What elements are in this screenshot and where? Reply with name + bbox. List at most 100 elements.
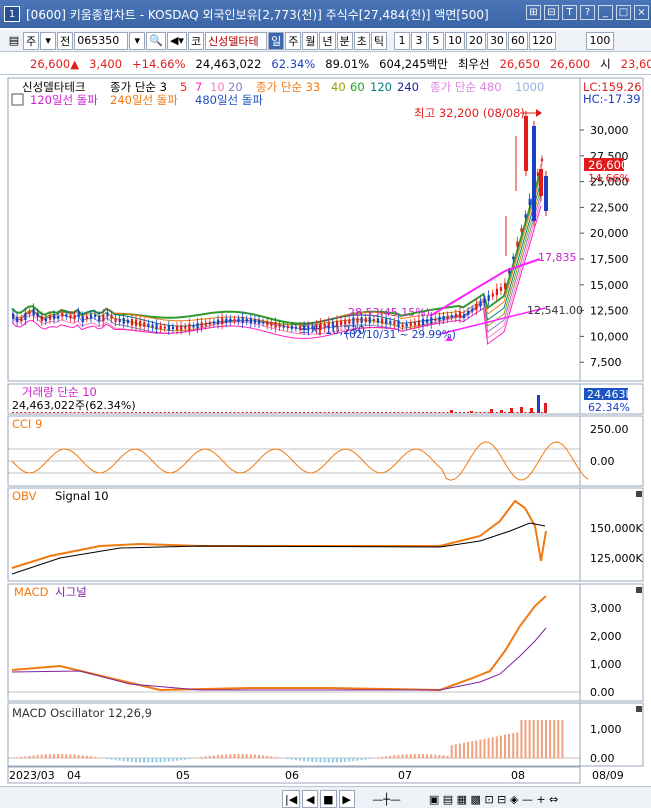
next-page-button[interactable]: ▶ (338, 790, 355, 808)
search-icon[interactable]: 🔍 (146, 31, 166, 50)
tab-minute[interactable]: 분 (336, 31, 353, 50)
oscillator-bar (159, 758, 162, 763)
volume-bar (16, 412, 19, 413)
macd-panel[interactable] (7, 583, 581, 702)
candle-body (208, 321, 211, 325)
zoom-slider[interactable]: —┼— (357, 790, 417, 808)
oscillator-bar (557, 720, 560, 759)
oscillator-bar (253, 754, 256, 759)
tab-day[interactable]: 일 (268, 31, 285, 50)
oscillator-bar (315, 758, 318, 763)
x-label-2023-03: 2023/03 (9, 769, 55, 782)
volume-bar (274, 412, 277, 413)
candle-body (417, 320, 421, 326)
interval-60[interactable]: 60 (507, 31, 528, 50)
oscillator-bar (196, 757, 199, 759)
candle-body (81, 316, 84, 323)
volume-bar (258, 412, 260, 413)
candle-body (540, 158, 544, 162)
code-dropdown-icon[interactable]: ▾ (129, 31, 146, 50)
macd-close-icon[interactable] (636, 587, 642, 593)
minimize-button[interactable]: _ (598, 5, 613, 20)
interval-5[interactable]: 5 (427, 31, 444, 50)
interval-1[interactable]: 1 (393, 31, 410, 50)
osc-close-icon[interactable] (636, 706, 642, 712)
period-select[interactable]: 주 (23, 31, 40, 50)
dropdown-icon[interactable]: ▾ (40, 31, 57, 50)
oscillator-bar (364, 758, 367, 760)
candle-body (69, 315, 72, 319)
oscillator-bar (450, 745, 453, 759)
oscillator-bar (393, 755, 396, 759)
candle-body (163, 326, 166, 329)
split-icon[interactable]: ⊟ (544, 5, 559, 20)
volume-value: 24,463,022 (195, 56, 262, 71)
sound-icon[interactable]: ◀▾ (166, 31, 187, 50)
tile-icon[interactable]: ⊞ (526, 5, 541, 20)
oscillator-bar (270, 756, 273, 759)
cci-panel[interactable] (7, 415, 581, 487)
chart-tools[interactable]: ▣ ▤ ▦ ▩ ⊡ ⊟ ◈ — + ⇔ (419, 790, 569, 808)
volume-bar (57, 412, 60, 413)
oscillator-bar (89, 756, 92, 759)
volume-bar (409, 412, 412, 413)
volume-bar (114, 412, 117, 413)
code-input[interactable]: 065350 (74, 31, 129, 50)
price-panel[interactable] (7, 77, 581, 382)
settings-icon[interactable] (11, 93, 24, 106)
oscillator-bar (540, 720, 543, 759)
volume-bar (340, 412, 342, 413)
prev-page-button[interactable]: ◀ (302, 790, 319, 808)
candle-body (32, 308, 35, 316)
volume-bar (20, 412, 23, 413)
scroll-bar[interactable]: |◀ ◀ ■ ▶ —┼— ▣ ▤ ▦ ▩ ⊡ ⊟ ◈ — + ⇔ (0, 786, 651, 808)
tab-tick[interactable]: 틱 (370, 31, 387, 50)
oscillator-bar (245, 754, 248, 759)
candle-body (225, 318, 228, 323)
osc-ytick-1000: 1,000 (590, 723, 622, 736)
volume-bar (262, 412, 265, 413)
volume-bar (528, 412, 531, 413)
volume-bar (516, 412, 519, 413)
chart-area[interactable]: 신성델타테크 종가 단순 3 5 7 10 20 종가 단순 33 40 60 … (0, 76, 651, 788)
interval-30[interactable]: 30 (486, 31, 507, 50)
volume-bar (389, 412, 392, 413)
close-button[interactable]: × (634, 5, 649, 20)
tab-month[interactable]: 월 (302, 31, 319, 50)
macd-title: MACD (14, 585, 49, 599)
tab-year[interactable]: 년 (319, 31, 336, 50)
candle-body (24, 313, 27, 320)
oscillator-bar (110, 758, 113, 760)
stop-button[interactable]: ■ (320, 790, 337, 808)
help-icon[interactable]: ? (580, 5, 595, 20)
title-bar: 1 [0600] 키움종합차트 - KOSDAQ 외국인보유[2,773(천)]… (0, 0, 651, 28)
interval-3[interactable]: 3 (410, 31, 427, 50)
interval-20[interactable]: 20 (465, 31, 486, 50)
candle-body (73, 314, 76, 320)
tab-second[interactable]: 초 (353, 31, 370, 50)
candle-body (426, 319, 429, 324)
tab-week[interactable]: 주 (285, 31, 302, 50)
volume-bar (77, 412, 80, 413)
count-input[interactable]: 100 (585, 31, 614, 50)
market-kind[interactable]: 코 (187, 31, 205, 50)
maximize-button[interactable]: □ (616, 5, 631, 20)
oscillator-bar (528, 720, 531, 759)
oscillator-bar (417, 754, 420, 759)
oscillator-bar (348, 758, 351, 762)
obv-close-icon[interactable] (636, 491, 642, 497)
interval-120[interactable]: 120 (528, 31, 556, 50)
oscillator-bar (176, 758, 178, 761)
layout-icon[interactable]: ▤ (6, 32, 22, 50)
candle-body (77, 311, 80, 317)
prev-button[interactable]: 전 (57, 31, 74, 50)
candle-body (61, 312, 64, 317)
volume-bar (159, 412, 162, 413)
oscillator-bar (212, 755, 215, 759)
candle-body (249, 318, 252, 324)
interval-10[interactable]: 10 (444, 31, 465, 50)
first-button[interactable]: |◀ (282, 790, 301, 808)
volume-badge-label: 24,463K (587, 388, 633, 401)
text-icon[interactable]: T (562, 5, 577, 20)
volume-bar (192, 412, 195, 413)
